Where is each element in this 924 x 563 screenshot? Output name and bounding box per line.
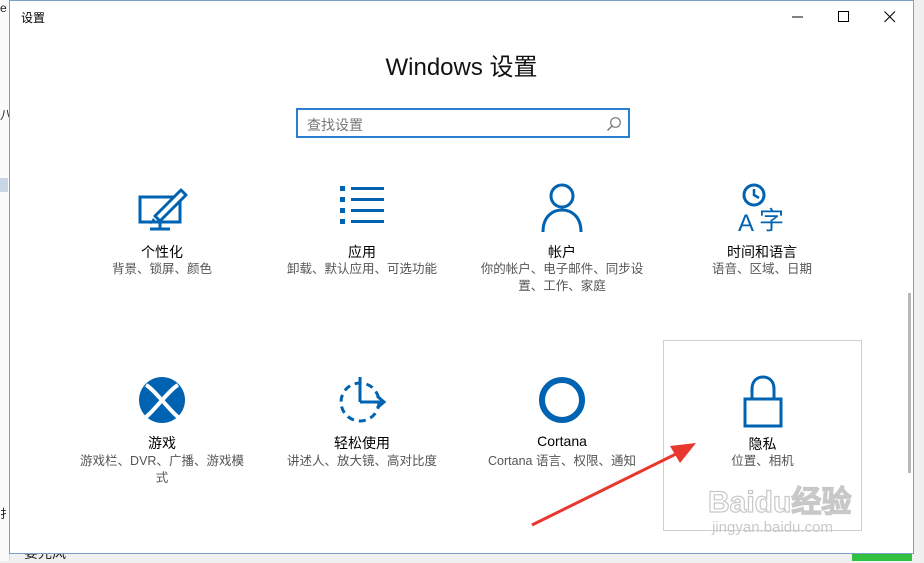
baidu-watermark: Baidu经验 jingyan.baidu.com [707, 484, 852, 536]
tile-description: 卸载、默认应用、可选功能 [286, 262, 437, 276]
minimize-button[interactable] [775, 1, 821, 33]
annotation-arrow [531, 443, 696, 527]
tile-gaming[interactable]: 游戏 游戏栏、DVR、广播、游戏模式 [73, 375, 251, 537]
watermark-brand: Baidu经验 [708, 485, 851, 519]
tile-personalization[interactable]: 个性化 背景、锁屏、颜色 [73, 183, 251, 345]
lock-icon [743, 375, 782, 428]
settings-window: 设置 Windows 设置 查找设置 个性化 背景、锁屏、颜色 应用 卸载、默认… [9, 0, 914, 554]
scrollbar-thumb[interactable] [908, 293, 911, 473]
tile-ease-of-access[interactable]: 轻松使用 讲述人、放大镜、高对比度 [273, 375, 451, 537]
tile-title: 轻松使用 [334, 435, 390, 451]
time-language-icon: A 字 [738, 183, 784, 237]
tile-description: 你的帐户、电子邮件、同步设置、工作、家庭 [480, 262, 644, 293]
window-title: 设置 [21, 11, 46, 25]
search-input[interactable]: 查找设置 [307, 115, 363, 135]
tile-title: 帐户 [548, 244, 576, 260]
xbox-icon [139, 377, 185, 423]
svg-text:A: A [738, 210, 754, 237]
search-icon[interactable] [606, 116, 622, 132]
cortana-icon [539, 377, 585, 423]
maximize-icon [838, 11, 849, 22]
tile-title: 游戏 [148, 435, 176, 451]
tile-time-language[interactable]: A 字 时间和语言 语音、区域、日期 [673, 183, 851, 345]
close-icon [884, 11, 896, 23]
search-box[interactable]: 查找设置 [296, 108, 630, 138]
tile-description: 语音、区域、日期 [711, 262, 812, 276]
ease-of-access-icon [339, 377, 387, 423]
tile-title: 时间和语言 [727, 244, 797, 260]
tile-accounts[interactable]: 帐户 你的帐户、电子邮件、同步设置、工作、家庭 [473, 183, 651, 345]
personalization-icon [138, 188, 188, 231]
background-selection-bar [0, 178, 8, 192]
tile-description: 讲述人、放大镜、高对比度 [286, 454, 437, 468]
tile-description: 背景、锁屏、颜色 [111, 262, 212, 276]
background-text-fragment: e [0, 1, 7, 15]
tile-title: 个性化 [141, 244, 183, 260]
page-title: Windows 设置 [385, 54, 538, 81]
minimize-icon [792, 16, 803, 18]
title-bar[interactable]: 设置 [10, 1, 913, 33]
maximize-button[interactable] [821, 1, 867, 33]
tile-description: 游戏栏、DVR、广播、游戏模式 [80, 454, 244, 485]
person-icon [541, 183, 583, 233]
watermark-url: jingyan.baidu.com [711, 519, 833, 536]
close-button[interactable] [867, 1, 913, 33]
tile-apps[interactable]: 应用 卸载、默认应用、可选功能 [273, 183, 451, 345]
apps-list-icon [340, 186, 384, 224]
svg-text:字: 字 [759, 206, 784, 235]
tile-title: 应用 [348, 244, 376, 260]
